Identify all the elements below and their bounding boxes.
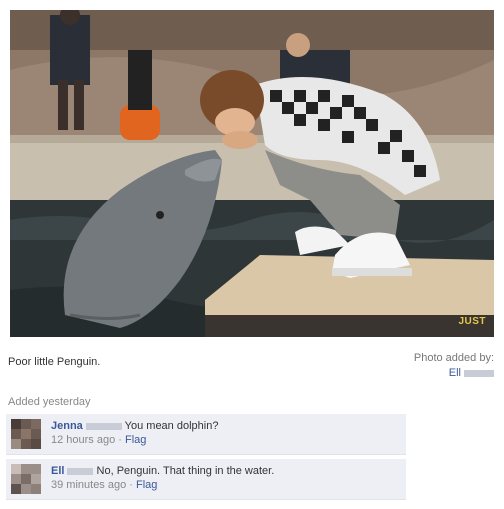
- added-timestamp: Added yesterday: [8, 396, 91, 408]
- avatar[interactable]: [11, 464, 41, 494]
- avatar[interactable]: [11, 419, 41, 449]
- photo-watermark: JUST: [458, 316, 486, 327]
- comment-time: 12 hours ago: [51, 434, 116, 446]
- comment-text: You mean dolphin?: [124, 420, 219, 432]
- comment-text: No, Penguin. That thing in the water.: [96, 465, 275, 477]
- comment-item: Jenna You mean dolphin? 12 hours ago · F…: [6, 414, 406, 455]
- flag-link[interactable]: Flag: [136, 479, 157, 491]
- added-by-label: Photo added by:: [413, 352, 494, 364]
- added-by-name-link[interactable]: Ell: [449, 367, 461, 379]
- comment-author-link[interactable]: Ell: [51, 465, 64, 477]
- photo-illustration: [10, 10, 494, 337]
- added-by-block: Photo added by: Ell: [414, 351, 494, 381]
- comment-item: Ell No, Penguin. That thing in the water…: [6, 459, 406, 500]
- meta-separator: ·: [118, 434, 122, 446]
- meta-separator: ·: [129, 479, 133, 491]
- redacted-surname: [464, 369, 494, 377]
- redacted-surname: [85, 422, 122, 430]
- comment-author-link[interactable]: Jenna: [51, 420, 83, 432]
- comment-time: 39 minutes ago: [51, 479, 127, 491]
- photo-caption: Poor little Penguin.: [8, 356, 101, 368]
- flag-link[interactable]: Flag: [125, 434, 146, 446]
- redacted-surname: [67, 467, 94, 475]
- photo[interactable]: JUST: [10, 10, 494, 337]
